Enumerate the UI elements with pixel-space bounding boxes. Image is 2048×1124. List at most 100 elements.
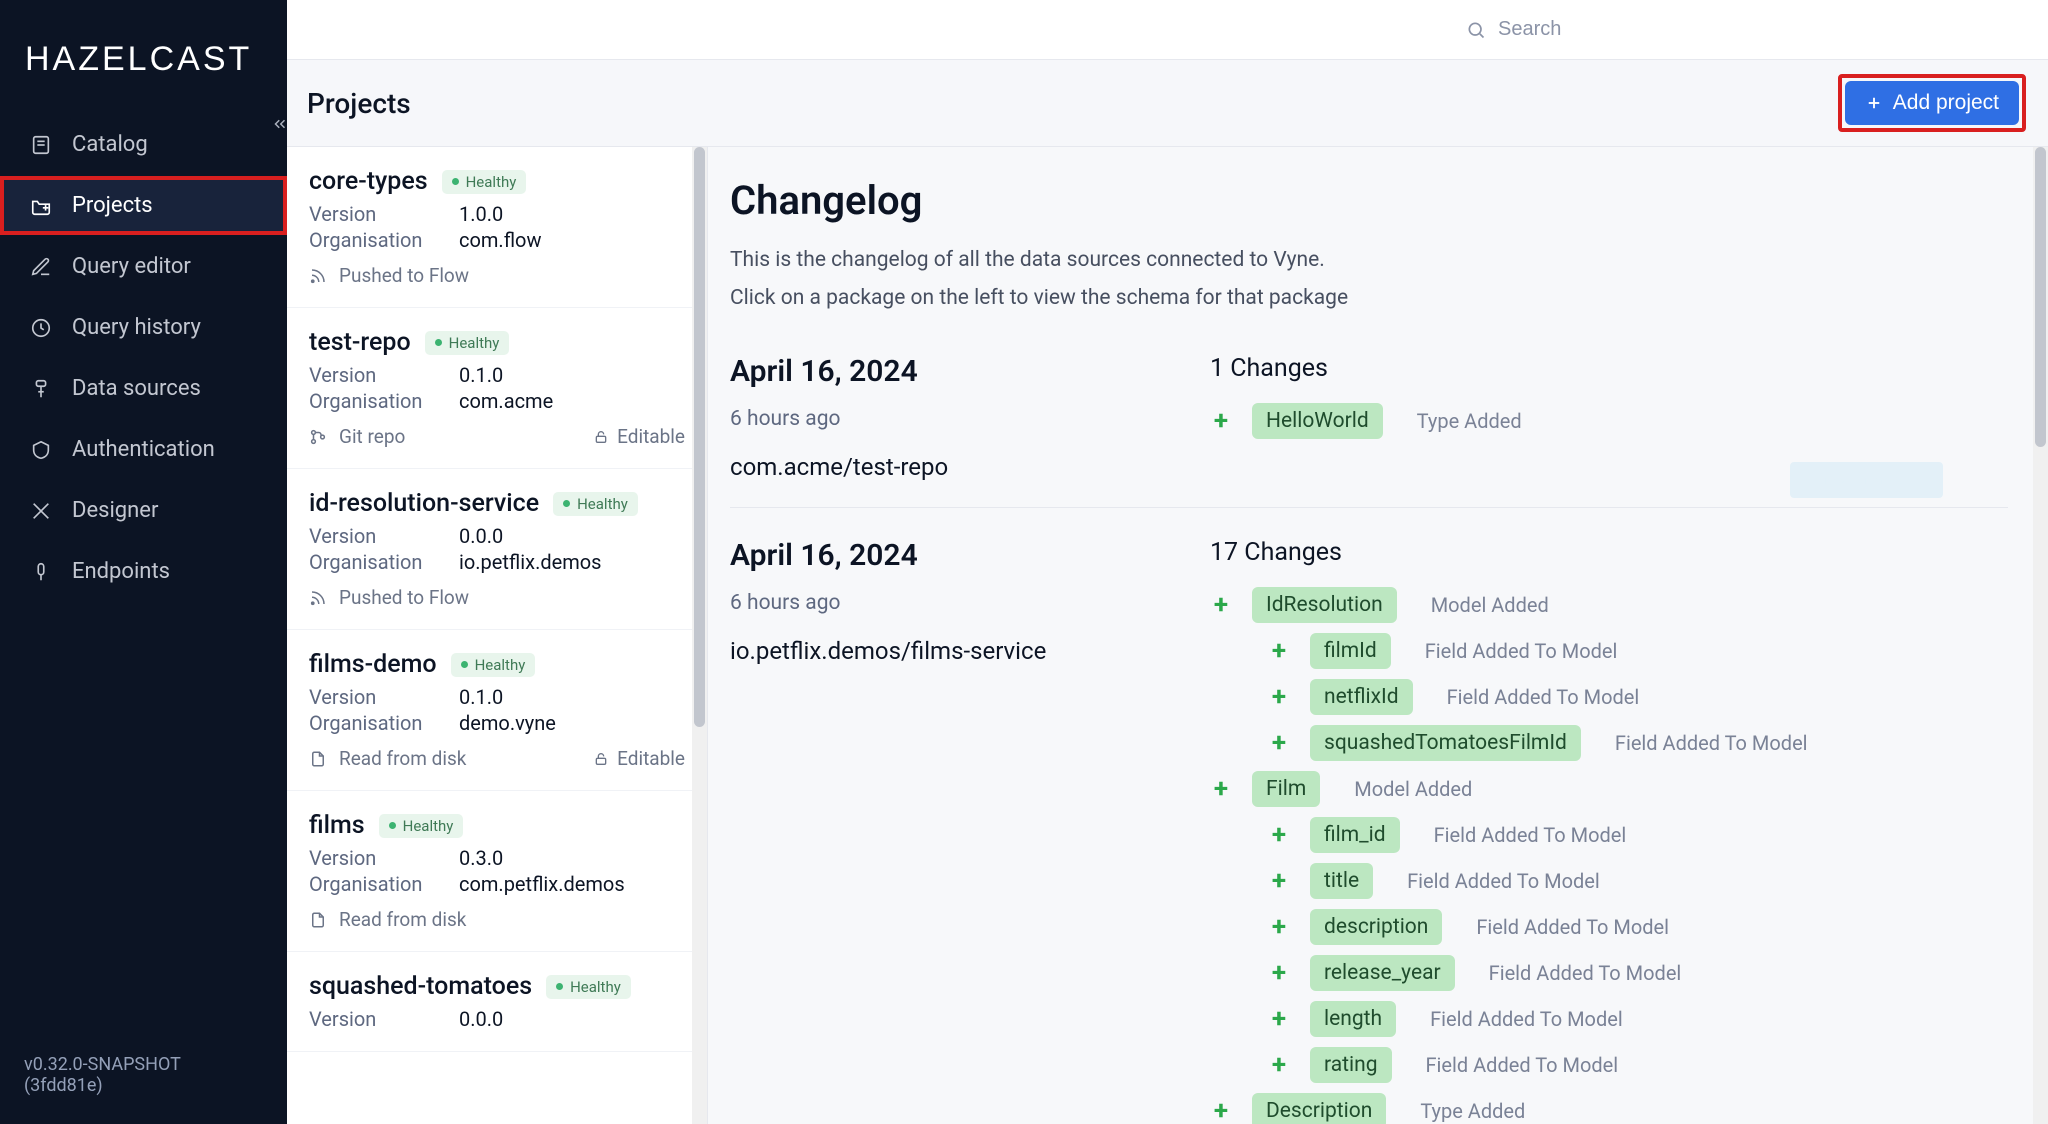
change-kind: Field Added To Model bbox=[1447, 685, 1640, 709]
sidebar-item-endpoints[interactable]: Endpoints bbox=[0, 542, 287, 601]
change-kind: Model Added bbox=[1354, 777, 1472, 801]
project-version: 0.0.0 bbox=[459, 524, 503, 548]
project-source-label: Read from disk bbox=[339, 908, 466, 931]
health-label: Healthy bbox=[449, 334, 500, 352]
health-dot-icon bbox=[461, 661, 468, 668]
search-input[interactable] bbox=[1498, 18, 2018, 41]
sidebar-item-data-sources[interactable]: Data sources bbox=[0, 359, 287, 418]
sidebar-item-label: Designer bbox=[72, 498, 158, 523]
sidebar-item-label: Authentication bbox=[72, 437, 215, 462]
health-dot-icon bbox=[556, 983, 563, 990]
change-badge[interactable]: filmId bbox=[1310, 633, 1391, 669]
sidebar-item-label: Catalog bbox=[72, 132, 148, 157]
change-kind: Field Added To Model bbox=[1489, 961, 1682, 985]
change-row: +film_idField Added To Model bbox=[1210, 817, 2008, 853]
change-kind: Type Added bbox=[1420, 1099, 1525, 1123]
change-row: + release_year Field Added To Model bbox=[1210, 955, 2008, 991]
editable-indicator: Editable bbox=[593, 425, 685, 448]
plus-icon bbox=[1865, 94, 1883, 112]
change-badge[interactable]: netflixId bbox=[1310, 679, 1413, 715]
project-list[interactable]: core-typesHealthyVersion1.0.0Organisatio… bbox=[287, 147, 707, 1124]
sidebar-item-designer[interactable]: Designer bbox=[0, 481, 287, 540]
change-badge[interactable]: rating bbox=[1310, 1047, 1392, 1083]
project-source: Read from disk bbox=[309, 908, 466, 931]
health-label: Healthy bbox=[577, 495, 628, 513]
editable-label: Editable bbox=[617, 747, 685, 770]
project-name: id-resolution-service bbox=[309, 489, 539, 518]
change-badge[interactable]: release_year bbox=[1310, 955, 1455, 991]
change-kind: Field Added To Model bbox=[1430, 1007, 1623, 1031]
health-dot-icon bbox=[389, 822, 396, 829]
endpoints-icon bbox=[28, 561, 54, 583]
sidebar-item-query-editor[interactable]: Query editor bbox=[0, 237, 287, 296]
hint-pill: free form text bbox=[1790, 462, 1943, 498]
change-badge[interactable]: Description bbox=[1252, 1093, 1386, 1124]
health-label: Healthy bbox=[403, 817, 454, 835]
change-row: +squashedTomatoesFilmIdField Added To Mo… bbox=[1210, 725, 2008, 761]
collapse-sidebar-icon[interactable] bbox=[271, 115, 289, 133]
health-badge: Healthy bbox=[379, 814, 464, 838]
project-card[interactable]: core-typesHealthyVersion1.0.0Organisatio… bbox=[287, 147, 707, 308]
change-badge[interactable]: Film bbox=[1252, 771, 1320, 807]
changelog-package[interactable]: com.acme/test-repo bbox=[730, 453, 1150, 481]
brand-logo: HAZELCAST bbox=[25, 40, 262, 79]
organisation-label: Organisation bbox=[309, 389, 459, 413]
project-version: 0.3.0 bbox=[459, 846, 503, 870]
change-badge[interactable]: IdResolution bbox=[1252, 587, 1397, 623]
change-badge[interactable]: HelloWorld bbox=[1252, 403, 1383, 439]
plus-icon: + bbox=[1268, 682, 1290, 712]
health-badge: Healthy bbox=[451, 653, 536, 677]
logo-wrap: HAZELCAST bbox=[0, 0, 287, 107]
project-list-scrollbar[interactable] bbox=[692, 147, 707, 1124]
health-label: Healthy bbox=[570, 978, 621, 996]
changelog-title: Changelog bbox=[730, 177, 2008, 224]
page-header: Projects Add project bbox=[287, 60, 2048, 147]
search-icon bbox=[1466, 20, 1486, 40]
project-card[interactable]: squashed-tomatoesHealthyVersion0.0.0 bbox=[287, 952, 707, 1052]
change-kind: Field Added To Model bbox=[1407, 869, 1600, 893]
project-card[interactable]: id-resolution-serviceHealthyVersion0.0.0… bbox=[287, 469, 707, 630]
project-card[interactable]: filmsHealthyVersion0.3.0Organisationcom.… bbox=[287, 791, 707, 952]
sidebar-item-catalog[interactable]: Catalog bbox=[0, 115, 287, 174]
changelog-scrollbar[interactable] bbox=[2033, 147, 2048, 1124]
change-row: +filmIdField Added To Model bbox=[1210, 633, 2008, 669]
lock-open-icon bbox=[593, 429, 609, 445]
changelog-package[interactable]: io.petflix.demos/films-service bbox=[730, 637, 1150, 665]
changelog-ago: 6 hours ago bbox=[730, 407, 1150, 431]
project-version: 0.1.0 bbox=[459, 685, 503, 709]
add-project-button[interactable]: Add project bbox=[1845, 81, 2019, 125]
sidebar-item-authentication[interactable]: Authentication bbox=[0, 420, 287, 479]
sidebar-item-query-history[interactable]: Query history bbox=[0, 298, 287, 357]
change-kind: Field Added To Model bbox=[1425, 639, 1618, 663]
change-badge[interactable]: length bbox=[1310, 1001, 1396, 1037]
change-row: +DescriptionType Added bbox=[1210, 1093, 2008, 1124]
change-kind: Field Added To Model bbox=[1476, 915, 1669, 939]
changelog-entries: April 16, 2024 6 hours ago com.acme/test-r… bbox=[730, 324, 2008, 1124]
project-name: core-types bbox=[309, 167, 428, 196]
project-organisation: io.petflix.demos bbox=[459, 550, 602, 574]
project-card[interactable]: test-repoHealthyVersion0.1.0Organisation… bbox=[287, 308, 707, 469]
sidebar-item-label: Endpoints bbox=[72, 559, 170, 584]
change-badge[interactable]: description bbox=[1310, 909, 1442, 945]
plus-icon: + bbox=[1268, 958, 1290, 988]
project-name: test-repo bbox=[309, 328, 411, 357]
project-source-label: Pushed to Flow bbox=[339, 264, 469, 287]
search-box[interactable] bbox=[1452, 10, 2032, 49]
version-label: Version bbox=[309, 202, 459, 226]
organisation-label: Organisation bbox=[309, 550, 459, 574]
plus-icon: + bbox=[1268, 1004, 1290, 1034]
project-source: Pushed to Flow bbox=[309, 586, 469, 609]
project-card[interactable]: films-demoHealthyVersion0.1.0Organisatio… bbox=[287, 630, 707, 791]
change-badge[interactable]: film_id bbox=[1310, 817, 1400, 853]
file-icon bbox=[309, 911, 327, 929]
sidebar: HAZELCAST Catalog Projects Query editorQue… bbox=[0, 0, 287, 1124]
changelog-date: April 16, 2024 bbox=[730, 354, 1150, 389]
plus-icon: + bbox=[1210, 774, 1232, 804]
sidebar-item-projects[interactable]: Projects bbox=[0, 176, 287, 235]
change-badge[interactable]: title bbox=[1310, 863, 1373, 899]
change-badge[interactable]: squashedTomatoesFilmId bbox=[1310, 725, 1581, 761]
project-source: Read from disk bbox=[309, 747, 466, 770]
project-version: 0.0.0 bbox=[459, 1007, 503, 1031]
sidebar-item-label: Projects bbox=[72, 193, 153, 218]
catalog-icon bbox=[28, 134, 54, 156]
